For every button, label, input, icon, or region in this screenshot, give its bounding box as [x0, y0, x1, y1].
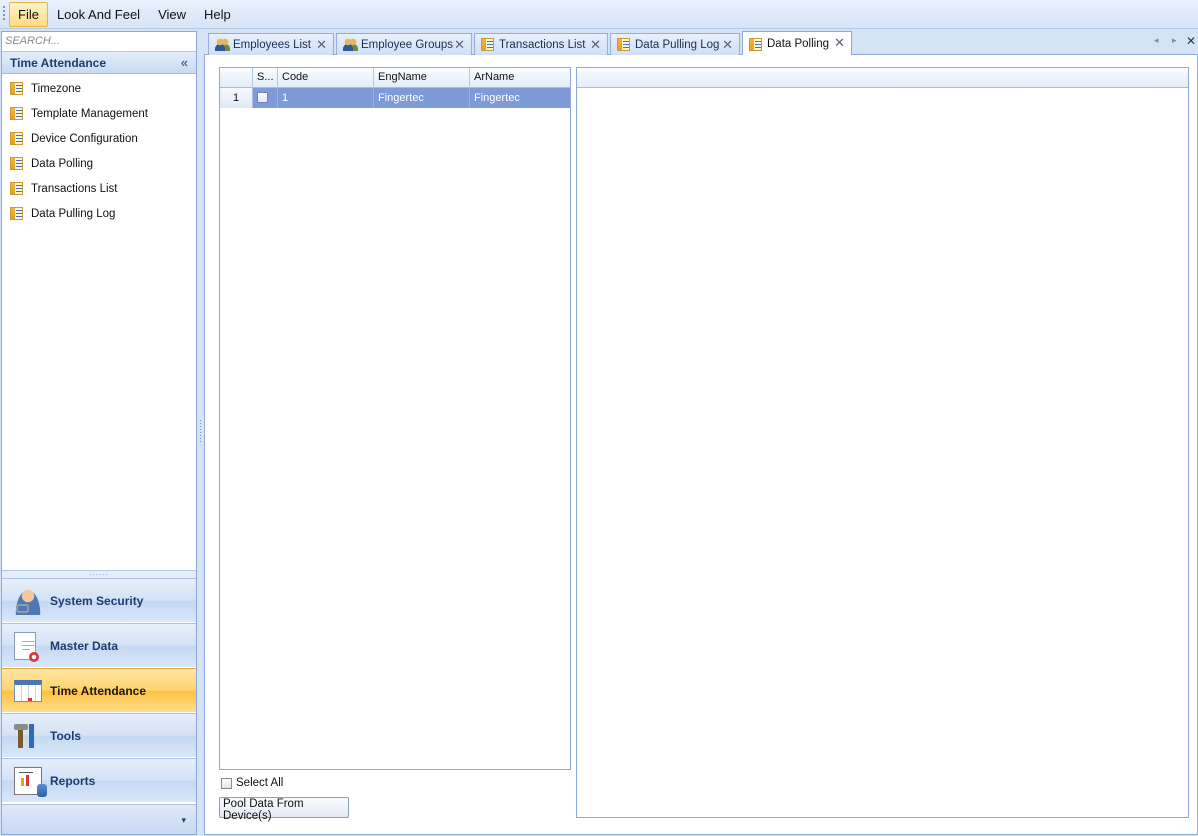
report-icon	[14, 766, 47, 797]
nav-list: Timezone Template Management Device Conf…	[2, 74, 196, 226]
search-input[interactable]: SEARCH...	[2, 32, 196, 52]
menu-look-and-feel[interactable]: Look And Feel	[48, 2, 149, 27]
tab-label: Data Pulling Log	[635, 38, 720, 51]
tab-label: Transactions List	[499, 38, 586, 51]
menu-help[interactable]: Help	[195, 2, 240, 27]
user-key-icon	[14, 586, 42, 615]
nav-item-transactions-list[interactable]: Transactions List	[2, 176, 196, 201]
close-icon[interactable]: ✕	[454, 37, 465, 53]
grid-header-engname[interactable]: EngName	[374, 68, 470, 88]
tab-label: Employee Groups	[361, 38, 454, 51]
row-number: 1	[220, 88, 253, 108]
group-label: Reports	[50, 773, 96, 788]
group-label: System Security	[50, 593, 144, 608]
devices-grid: S... Code EngName ArName 1 1 Fingertec F…	[219, 67, 571, 770]
group-reports[interactable]: Reports	[2, 758, 196, 802]
tab-employees-list[interactable]: Employees List ✕	[208, 33, 334, 55]
list-icon	[10, 207, 23, 220]
tab-employee-groups[interactable]: Employee Groups ✕	[336, 33, 472, 55]
list-icon	[10, 107, 23, 120]
nav-header: Time Attendance «	[2, 52, 196, 74]
people-icon	[343, 38, 358, 51]
chevron-left-icon[interactable]: ◂	[1154, 35, 1159, 46]
row-select-checkbox[interactable]	[257, 92, 268, 103]
group-tools[interactable]: Tools	[2, 713, 196, 757]
calendar-icon	[14, 679, 42, 702]
nav-item-data-polling[interactable]: Data Polling	[2, 151, 196, 176]
nav-header-title: Time Attendance	[10, 55, 107, 70]
tab-data-polling[interactable]: Data Polling ✕	[742, 31, 852, 56]
chevron-down-icon[interactable]: ▾	[181, 815, 186, 826]
close-icon[interactable]: ✕	[316, 37, 327, 53]
group-label: Tools	[50, 728, 82, 743]
grid-header-select[interactable]: S...	[253, 68, 278, 88]
nav-item-template-management[interactable]: Template Management	[2, 101, 196, 126]
close-icon[interactable]: ✕	[722, 37, 733, 53]
group-master-data[interactable]: Master Data	[2, 623, 196, 667]
list-icon	[10, 157, 23, 170]
grid-header: S... Code EngName ArName	[220, 68, 570, 88]
pool-data-button[interactable]: Pool Data From Device(s)	[219, 797, 349, 822]
document-icon	[14, 631, 39, 662]
navigation-panel: SEARCH... Time Attendance « Timezone Tem…	[1, 31, 197, 835]
tab-label: Employees List	[233, 38, 311, 51]
menu-view[interactable]: View	[149, 2, 195, 27]
nav-item-label: Data Polling	[31, 157, 94, 170]
close-all-icon[interactable]: ✕	[1186, 34, 1196, 48]
tab-transactions-list[interactable]: Transactions List ✕	[474, 33, 608, 55]
nav-item-label: Template Management	[31, 107, 148, 120]
close-icon[interactable]: ✕	[834, 35, 845, 51]
engname-cell[interactable]: Fingertec	[374, 88, 470, 108]
collapse-icon[interactable]: «	[181, 55, 188, 70]
vertical-splitter[interactable]	[200, 420, 201, 442]
list-icon	[749, 37, 762, 51]
chevron-right-icon[interactable]: ▸	[1172, 35, 1177, 46]
menubar: File Look And Feel View Help	[0, 0, 1198, 29]
nav-item-label: Timezone	[31, 82, 82, 95]
grid-header-arname[interactable]: ArName	[470, 68, 570, 88]
tab-label: Data Polling	[767, 38, 830, 50]
arname-cell[interactable]: Fingertec	[470, 88, 570, 108]
list-icon	[617, 38, 630, 51]
nav-splitter[interactable]: ......	[2, 569, 196, 578]
grid-header-code[interactable]: Code	[278, 68, 374, 88]
group-label: Time Attendance	[50, 683, 147, 698]
group-system-security[interactable]: System Security	[2, 578, 196, 622]
tab-data-pulling-log[interactable]: Data Pulling Log ✕	[610, 33, 740, 55]
tools-icon	[14, 721, 42, 750]
data-polling-view: S... Code EngName ArName 1 1 Fingertec F…	[204, 55, 1198, 835]
close-icon[interactable]: ✕	[590, 37, 601, 53]
table-row[interactable]: 1 1 Fingertec Fingertec	[220, 88, 570, 108]
list-icon	[10, 82, 23, 95]
results-panel	[576, 67, 1189, 818]
grid-header-rownum	[220, 68, 253, 88]
menubar-grip[interactable]	[3, 6, 5, 22]
nav-item-label: Data Pulling Log	[31, 207, 116, 220]
people-icon	[215, 38, 230, 51]
list-icon	[481, 38, 494, 51]
code-cell[interactable]: 1	[278, 88, 374, 108]
results-panel-header	[577, 68, 1188, 88]
group-time-attendance[interactable]: Time Attendance	[2, 668, 196, 712]
nav-item-label: Device Configuration	[31, 132, 138, 145]
row-select-cell[interactable]	[253, 88, 278, 108]
select-all-checkbox[interactable]	[221, 777, 232, 789]
menu-file[interactable]: File	[9, 1, 48, 27]
nav-overflow-strip[interactable]: ▾	[2, 804, 196, 834]
nav-item-device-configuration[interactable]: Device Configuration	[2, 126, 196, 151]
list-icon	[10, 132, 23, 145]
select-all[interactable]: Select All	[221, 777, 283, 789]
list-icon	[10, 182, 23, 195]
nav-item-data-pulling-log[interactable]: Data Pulling Log	[2, 201, 196, 226]
select-all-label: Select All	[236, 777, 284, 789]
nav-item-label: Transactions List	[31, 182, 118, 195]
document-tabstrip: Employees List ✕ Employee Groups ✕ Trans…	[204, 31, 1198, 56]
group-label: Master Data	[50, 638, 119, 653]
nav-item-timezone[interactable]: Timezone	[2, 76, 196, 101]
